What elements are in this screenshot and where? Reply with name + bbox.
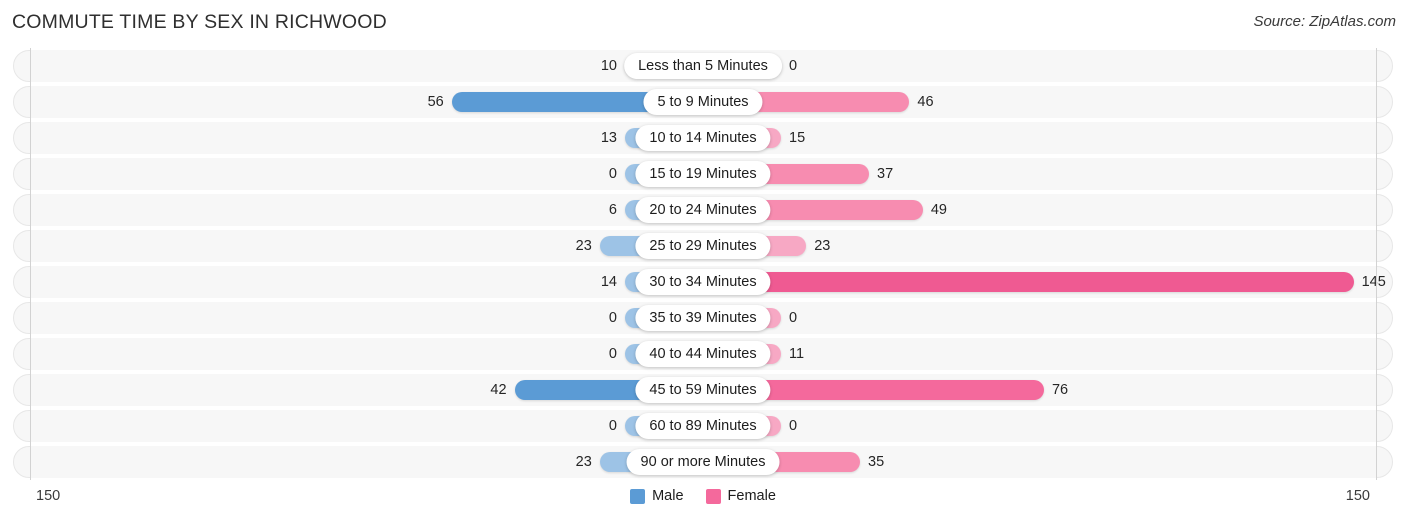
chart-row: 0 0 35 to 39 Minutes [0,300,1406,336]
value-label-female: 0 [789,310,798,326]
category-label: 30 to 34 Minutes [635,269,771,295]
value-label-male: 56 [427,94,444,110]
value-label-male: 0 [608,418,617,434]
axis-line-right [1376,48,1377,480]
chart-row: 0 0 60 to 89 Minutes [0,408,1406,444]
axis-line-left [30,48,31,480]
category-label: 35 to 39 Minutes [635,305,771,331]
value-label-male: 10 [600,58,617,74]
value-label-female: 46 [917,94,934,110]
chart-row: 56 46 5 to 9 Minutes [0,84,1406,120]
category-label: 5 to 9 Minutes [643,89,763,115]
page-title: COMMUTE TIME BY SEX IN RICHWOOD [12,11,387,33]
chart-header: COMMUTE TIME BY SEX IN RICHWOOD Source: … [0,0,1406,46]
chart-row: 13 15 10 to 14 Minutes [0,120,1406,156]
value-label-male: 13 [600,130,617,146]
value-label-female: 23 [814,238,831,254]
chart-footer: 150 150 Male Female [0,480,1406,523]
category-label: Less than 5 Minutes [624,53,782,79]
legend-item[interactable]: Male [630,488,684,504]
chart-row: 23 23 25 to 29 Minutes [0,228,1406,264]
value-label-female: 145 [1361,274,1386,290]
chart-row: 42 76 45 to 59 Minutes [0,372,1406,408]
category-label: 45 to 59 Minutes [635,377,771,403]
category-label: 15 to 19 Minutes [635,161,771,187]
chart-row: 23 35 90 or more Minutes [0,444,1406,480]
value-label-female: 49 [930,202,947,218]
category-label: 10 to 14 Minutes [635,125,771,151]
legend-swatch-icon [705,488,721,504]
legend-swatch-icon [630,488,646,504]
chart-row: 0 11 40 to 44 Minutes [0,336,1406,372]
chart-row: 10 0 Less than 5 Minutes [0,48,1406,84]
chart-row: 0 37 15 to 19 Minutes [0,156,1406,192]
value-label-male: 23 [575,238,592,254]
value-label-male: 23 [575,454,592,470]
chart-rows: 10 0 Less than 5 Minutes 56 46 5 to 9 Minutes… [0,48,1406,480]
value-label-female: 76 [1051,382,1069,398]
value-label-male: 0 [608,310,617,326]
legend-label: Male [652,488,684,504]
value-label-male: 14 [600,274,617,290]
value-label-female: 35 [868,454,885,470]
category-label: 60 to 89 Minutes [635,413,771,439]
value-label-male: 42 [490,382,507,398]
category-label: 20 to 24 Minutes [635,197,771,223]
value-label-male: 0 [608,346,617,362]
value-label-male: 0 [608,166,617,182]
bar-female[interactable] [703,272,1354,292]
value-label-female: 0 [789,418,798,434]
category-label: 40 to 44 Minutes [635,341,771,367]
value-label-female: 0 [789,58,798,74]
legend-label: Female [727,488,776,504]
chart-plot-area: 10 0 Less than 5 Minutes 56 46 5 to 9 Minutes… [0,48,1406,480]
chart-legend: Male Female [0,488,1406,504]
category-label: 90 or more Minutes [626,449,780,475]
category-label: 25 to 29 Minutes [635,233,771,259]
value-label-female: 15 [789,130,806,146]
value-label-female: 37 [877,166,894,182]
chart-row: 14 145 30 to 34 Minutes [0,264,1406,300]
value-label-male: 6 [608,202,617,218]
source-attribution: Source: ZipAtlas.com [1253,13,1396,30]
value-label-female: 11 [789,346,805,362]
legend-item[interactable]: Female [705,488,776,504]
chart-row: 6 49 20 to 24 Minutes [0,192,1406,228]
